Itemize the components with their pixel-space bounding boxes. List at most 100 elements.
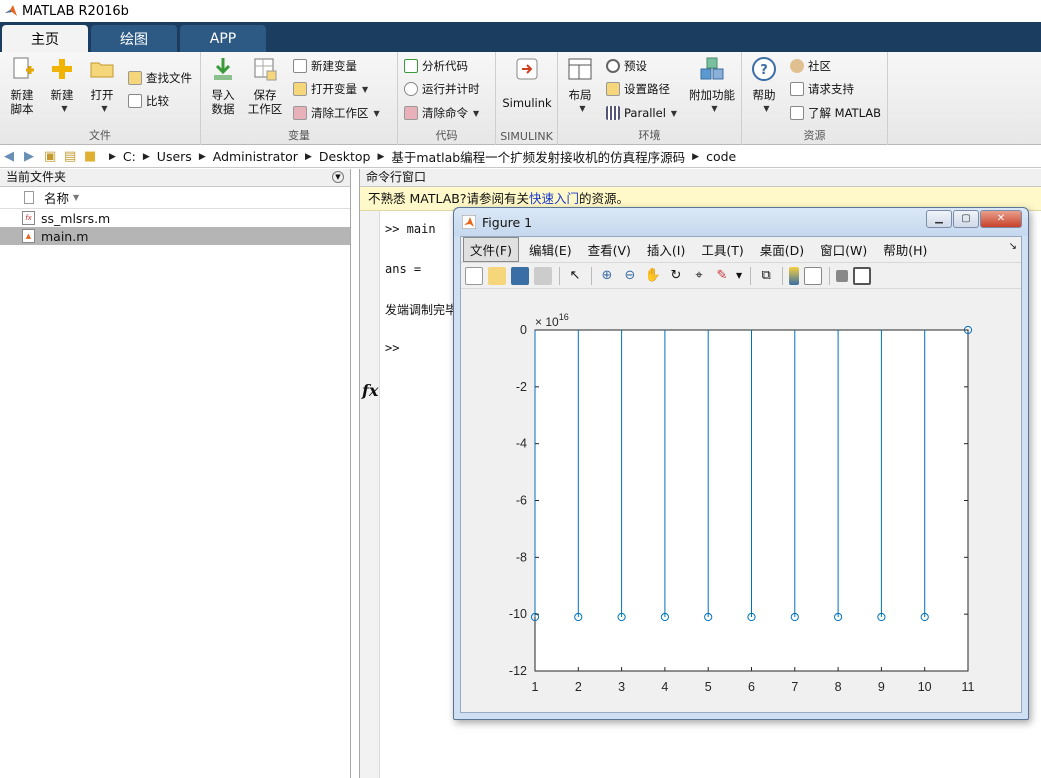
crumb-administrator[interactable]: Administrator bbox=[213, 149, 298, 164]
maximize-icon[interactable]: ▢ bbox=[953, 210, 979, 228]
open-file-icon[interactable] bbox=[488, 266, 506, 285]
figure-window[interactable]: Figure 1 ▁ ▢ ✕ 文件(F) 编辑(E) 查看(V) 插入(I) 工… bbox=[453, 207, 1029, 720]
plus-icon bbox=[52, 59, 72, 79]
panel-menu-icon[interactable]: ▼ bbox=[332, 171, 344, 183]
open-button[interactable]: 打开 ▼ bbox=[82, 56, 122, 116]
request-support-button[interactable]: 请求支持 bbox=[790, 79, 854, 99]
crumb-separator: ▶ bbox=[198, 151, 206, 162]
brush-icon[interactable]: ✎ bbox=[713, 267, 731, 285]
clear-workspace-button[interactable]: 清除工作区 ▼ bbox=[293, 103, 380, 123]
import-data-button[interactable]: 导入 数据 bbox=[203, 56, 243, 116]
run-and-time-button[interactable]: 运行并计时 bbox=[404, 79, 480, 99]
figure-title: Figure 1 bbox=[482, 214, 533, 230]
name-column-label: 名称 bbox=[44, 191, 70, 206]
matlab-logo-icon bbox=[5, 5, 17, 16]
menu-insert[interactable]: 插入(I) bbox=[641, 238, 691, 261]
save-icon[interactable] bbox=[511, 266, 529, 285]
rotate-3d-icon[interactable]: ↻ bbox=[667, 267, 685, 285]
menu-window[interactable]: 窗口(W) bbox=[814, 238, 873, 261]
help-dropdown-icon: ▼ bbox=[763, 104, 770, 113]
crumb-project[interactable]: 基于matlab编程一个扩频发射接收机的仿真程序源码 bbox=[391, 147, 685, 166]
zoom-in-icon[interactable]: ⊕ bbox=[598, 267, 616, 285]
run-and-time-label: 运行并计时 bbox=[422, 82, 480, 96]
import-label-1: 导入 bbox=[211, 88, 235, 102]
close-icon[interactable]: ✕ bbox=[980, 210, 1022, 228]
zoom-out-icon[interactable]: ⊖ bbox=[621, 267, 639, 285]
menu-edit[interactable]: 编辑(E) bbox=[523, 238, 578, 261]
svg-text:?: ? bbox=[760, 63, 768, 78]
data-cursor-icon[interactable]: ⌖ bbox=[690, 267, 708, 285]
hide-plot-tools-icon[interactable] bbox=[836, 269, 849, 282]
new-script-button[interactable]: 新建 脚本 bbox=[2, 56, 42, 116]
compare-button[interactable]: 比较 bbox=[128, 91, 169, 111]
minimize-icon[interactable]: ▁ bbox=[926, 210, 952, 228]
colorbar-icon[interactable] bbox=[789, 266, 800, 285]
help-button[interactable]: ? 帮助 ▼ bbox=[744, 56, 784, 116]
crumb-desktop[interactable]: Desktop bbox=[319, 149, 371, 164]
clear-commands-button[interactable]: 清除命令 ▼ bbox=[404, 103, 479, 123]
community-label: 社区 bbox=[808, 59, 831, 73]
menu-tools[interactable]: 工具(T) bbox=[695, 238, 749, 261]
getting-started-link[interactable]: 快速入门 bbox=[529, 191, 579, 206]
print-icon[interactable] bbox=[534, 266, 552, 285]
stem-plot[interactable]: 1 2 3 4 5 6 7 8 9 10 11 0 -2 -4 -6 -8 -10 -12 × 1016 bbox=[461, 291, 1023, 714]
add-ons-button[interactable]: 附加功能 ▼ bbox=[686, 56, 738, 116]
new-variable-button[interactable]: 新建变量 bbox=[293, 56, 357, 76]
save-workspace-button[interactable]: 保存 工作区 bbox=[245, 56, 285, 116]
ribbon-group-simulink: Simulink SIMULINK bbox=[496, 52, 558, 145]
analyze-code-button[interactable]: 分析代码 bbox=[404, 56, 468, 76]
save-workspace-label-1: 保存 bbox=[253, 88, 277, 102]
browse-folder-icon[interactable]: ▤ bbox=[64, 150, 80, 163]
back-icon[interactable]: ◀ bbox=[4, 150, 20, 163]
menu-file[interactable]: 文件(F) bbox=[463, 237, 519, 262]
new-figure-icon[interactable] bbox=[465, 266, 483, 285]
select-arrow-icon[interactable]: ↖ bbox=[566, 267, 584, 285]
new-button[interactable]: 新建 ▼ bbox=[42, 56, 82, 116]
dock-arrow-icon[interactable]: ↘ bbox=[1009, 241, 1017, 252]
menu-help[interactable]: 帮助(H) bbox=[877, 238, 933, 261]
menu-desktop[interactable]: 桌面(D) bbox=[754, 238, 810, 261]
command-prompt[interactable]: >> bbox=[385, 341, 399, 355]
find-files-button[interactable]: 查找文件 bbox=[128, 68, 192, 88]
clear-workspace-icon bbox=[293, 106, 307, 120]
forward-icon[interactable]: ▶ bbox=[24, 150, 40, 163]
show-plot-tools-icon[interactable] bbox=[853, 266, 872, 285]
learn-matlab-button[interactable]: 了解 MATLAB bbox=[790, 103, 881, 123]
open-dropdown-icon: ▼ bbox=[101, 104, 108, 113]
y-tick-label: -2 bbox=[516, 380, 527, 394]
new-dropdown-icon: ▼ bbox=[61, 104, 68, 113]
toolbar-separator bbox=[591, 266, 592, 285]
figure-titlebar[interactable]: Figure 1 ▁ ▢ ✕ bbox=[454, 208, 1028, 236]
open-label: 打开 bbox=[90, 88, 114, 102]
preferences-button[interactable]: 预设 bbox=[606, 56, 647, 76]
tab-plots[interactable]: 绘图 bbox=[91, 25, 177, 52]
tab-home[interactable]: 主页 bbox=[2, 25, 88, 52]
set-path-label: 设置路径 bbox=[624, 82, 670, 96]
set-path-button[interactable]: 设置路径 bbox=[606, 79, 670, 99]
add-ons-dropdown-icon: ▼ bbox=[711, 104, 718, 113]
open-variable-button[interactable]: 打开变量 ▼ bbox=[293, 79, 368, 99]
learn-matlab-label: 了解 MATLAB bbox=[808, 106, 882, 120]
help-icon: ? bbox=[752, 57, 776, 81]
up-folder-icon[interactable]: ▣ bbox=[44, 150, 60, 163]
file-column-header[interactable]: 名称 ▼ bbox=[0, 187, 350, 209]
pan-hand-icon[interactable]: ✋ bbox=[644, 267, 662, 285]
parallel-button[interactable]: Parallel ▼ bbox=[606, 103, 677, 123]
crumb-separator: ▶ bbox=[692, 151, 700, 162]
tab-apps[interactable]: APP bbox=[180, 25, 266, 52]
open-variable-icon bbox=[293, 82, 307, 96]
crumb-users[interactable]: Users bbox=[157, 149, 192, 164]
simulink-button[interactable]: Simulink bbox=[500, 56, 554, 110]
crumb-code[interactable]: code bbox=[706, 149, 736, 164]
crumb-drive[interactable]: C: bbox=[123, 149, 136, 164]
menu-view[interactable]: 查看(V) bbox=[582, 238, 637, 261]
layout-button[interactable]: 布局 ▼ bbox=[560, 56, 600, 116]
link-plot-icon[interactable]: ⧉ bbox=[757, 267, 775, 285]
file-row-main[interactable]: ▲ main.m bbox=[0, 227, 350, 245]
brush-dropdown-icon[interactable]: ▼ bbox=[736, 271, 742, 280]
file-row-ss-mlsrs[interactable]: fx ss_mlsrs.m bbox=[0, 209, 350, 227]
legend-icon[interactable] bbox=[804, 266, 823, 285]
community-button[interactable]: 社区 bbox=[790, 56, 831, 76]
code-group-label: 代码 bbox=[435, 129, 458, 142]
fx-icon[interactable]: fx bbox=[362, 381, 378, 400]
